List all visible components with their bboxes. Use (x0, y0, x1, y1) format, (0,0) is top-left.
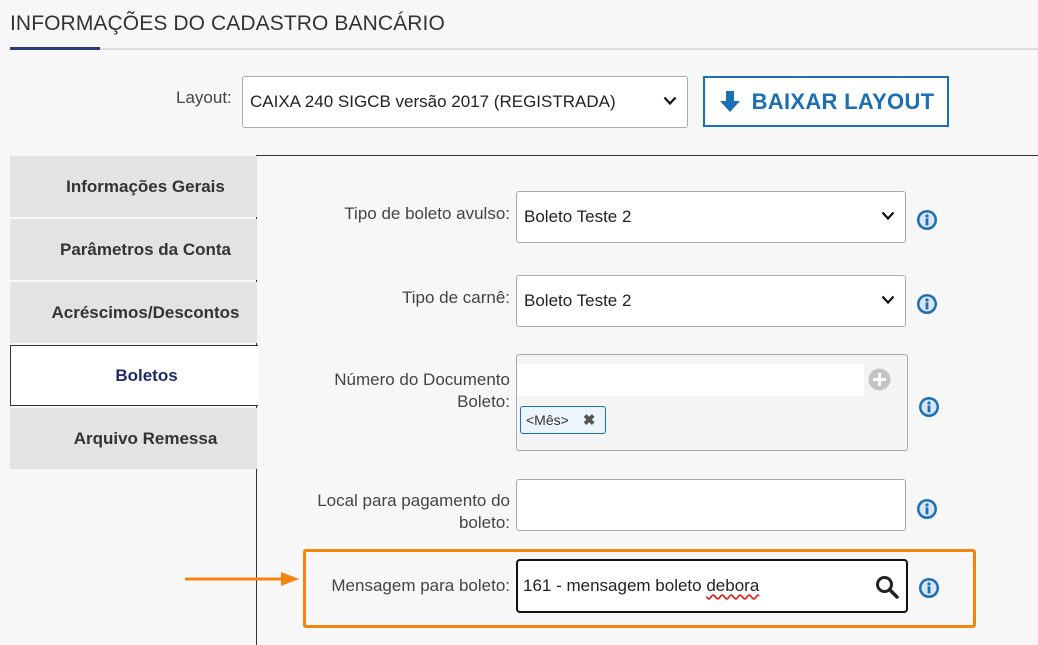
annotation-arrow (185, 572, 299, 586)
tipo-boleto-avulso-label: Tipo de boleto avulso: (344, 204, 510, 223)
tab-arquivo-remessa[interactable]: Arquivo Remessa (10, 408, 257, 469)
download-layout-button[interactable]: BAIXAR LAYOUT (703, 76, 949, 127)
layout-select[interactable]: CAIXA 240 SIGCB versão 2017 (REGISTRADA) (242, 76, 688, 128)
info-icon[interactable] (918, 577, 940, 599)
tipo-carne-select[interactable]: Boleto Teste 2 (516, 275, 906, 327)
tab-acrescimos-descontos[interactable]: Acréscimos/Descontos (10, 282, 257, 343)
chevron-down-icon (663, 96, 677, 106)
numero-documento-tag-input[interactable] (518, 364, 864, 396)
info-icon[interactable] (918, 396, 940, 418)
numero-documento-label: Número do Documento Boleto: (290, 369, 510, 413)
tab-label: Acréscimos/Descontos (51, 302, 240, 322)
mensagem-boleto-field[interactable]: 161 - mensagem boleto debora (516, 559, 908, 613)
tag-chip: <Mês> ✖ (520, 406, 607, 434)
tab-label: Arquivo Remessa (73, 428, 218, 448)
info-icon[interactable] (916, 498, 938, 520)
local-pagamento-label-line2: boleto: (458, 513, 510, 532)
mensagem-boleto-value-typo: debora (706, 576, 760, 595)
plus-circle-icon[interactable] (868, 368, 891, 391)
info-icon[interactable] (916, 209, 938, 231)
layout-select-value: CAIXA 240 SIGCB versão 2017 (REGISTRADA) (250, 92, 616, 111)
tab-label: Parâmetros da Conta (60, 239, 231, 259)
numero-documento-label-line2: Boleto: (457, 392, 510, 411)
tab-label: Boletos (115, 365, 178, 385)
tab-boletos[interactable]: Boletos (10, 345, 258, 406)
chevron-down-icon (881, 211, 895, 221)
local-pagamento-label-line1: Local para pagamento do (317, 491, 510, 510)
mensagem-boleto-value: 161 - mensagem boleto debora (523, 576, 759, 596)
tab-label: Informações Gerais (66, 176, 225, 196)
tab-parametros-conta[interactable]: Parâmetros da Conta (10, 219, 257, 280)
tab-list: Informações Gerais Parâmetros da Conta A… (10, 156, 258, 471)
info-icon[interactable] (916, 293, 938, 315)
tipo-boleto-avulso-value: Boleto Teste 2 (524, 207, 632, 226)
search-icon[interactable] (875, 575, 899, 599)
layout-label: Layout: (176, 88, 232, 107)
mensagem-boleto-label: Mensagem para boleto: (331, 576, 510, 595)
numero-documento-label-line1: Número do Documento (334, 370, 510, 389)
tipo-boleto-avulso-select[interactable]: Boleto Teste 2 (516, 191, 906, 243)
download-layout-label: BAIXAR LAYOUT (751, 88, 935, 114)
local-pagamento-label: Local para pagamento do boleto: (290, 490, 510, 534)
remove-x-icon[interactable]: ✖ (583, 411, 596, 429)
tag-chip-label: <Mês> (526, 412, 569, 428)
title-divider (10, 48, 1038, 50)
local-pagamento-input[interactable] (516, 479, 906, 531)
mensagem-boleto-value-prefix: 161 - mensagem boleto (523, 576, 707, 595)
tipo-carne-label: Tipo de carnê: (401, 288, 510, 307)
tab-informacoes-gerais[interactable]: Informações Gerais (10, 156, 257, 217)
title-accent-bar (10, 47, 100, 50)
download-arrow-icon (719, 90, 740, 112)
chevron-down-icon (881, 295, 895, 305)
page-title: INFORMAÇÕES DO CADASTRO BANCÁRIO (10, 12, 445, 35)
tipo-carne-value: Boleto Teste 2 (524, 291, 632, 310)
